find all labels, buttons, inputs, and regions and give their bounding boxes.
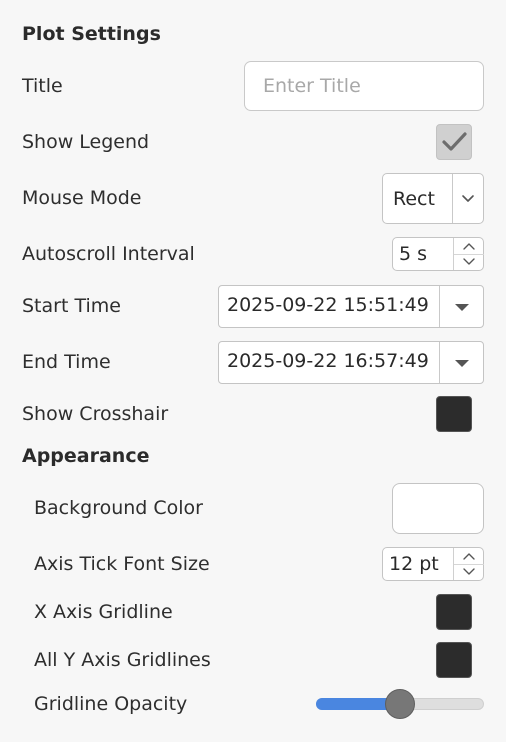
title-label: Title [22,75,63,97]
plot-settings-heading: Plot Settings [22,23,161,45]
all-y-axis-gridlines-label: All Y Axis Gridlines [34,649,211,671]
autoscroll-interval-label: Autoscroll Interval [22,243,195,265]
axis-tick-font-size-value: 12 pt [389,553,439,575]
spin-up-icon[interactable] [454,548,484,564]
mouse-mode-label: Mouse Mode [22,187,142,209]
show-crosshair-label: Show Crosshair [22,403,169,425]
show-crosshair-checkbox[interactable] [436,396,472,432]
spin-down-icon[interactable] [454,564,484,580]
chevron-down-icon [462,195,474,202]
gridline-opacity-label: Gridline Opacity [34,693,188,715]
x-axis-gridline-label: X Axis Gridline [34,601,173,623]
start-time-value: 2025-09-22 15:51:49 [227,294,429,316]
end-time-picker[interactable]: 2025-09-22 16:57:49 [218,341,484,384]
spin-up-icon[interactable] [454,238,484,254]
dropdown-arrow-icon [455,360,469,367]
end-time-value: 2025-09-22 16:57:49 [227,350,429,372]
spin-down-icon[interactable] [454,254,484,270]
start-time-label: Start Time [22,295,121,317]
appearance-heading: Appearance [22,445,150,467]
mouse-mode-select[interactable]: Rect [382,173,484,224]
autoscroll-interval-spinbox[interactable]: 5 s [392,237,484,271]
gridline-opacity-slider[interactable] [316,689,484,719]
slider-handle[interactable] [385,689,415,719]
title-input[interactable]: Enter Title [244,61,484,111]
start-time-picker[interactable]: 2025-09-22 15:51:49 [218,285,484,328]
axis-tick-font-size-label: Axis Tick Font Size [34,553,210,575]
end-time-label: End Time [22,351,111,373]
all-y-axis-gridlines-checkbox[interactable] [436,642,472,678]
title-input-placeholder: Enter Title [263,75,361,97]
background-color-button[interactable] [392,483,484,534]
x-axis-gridline-checkbox[interactable] [436,594,472,630]
show-legend-checkbox[interactable] [436,124,472,160]
background-color-label: Background Color [34,497,203,519]
checkmark-icon [442,132,467,151]
dropdown-arrow-icon [455,304,469,311]
axis-tick-font-size-spinbox[interactable]: 12 pt [382,547,484,581]
show-legend-label: Show Legend [22,131,150,153]
autoscroll-interval-value: 5 s [399,243,428,265]
mouse-mode-value: Rect [393,188,435,210]
